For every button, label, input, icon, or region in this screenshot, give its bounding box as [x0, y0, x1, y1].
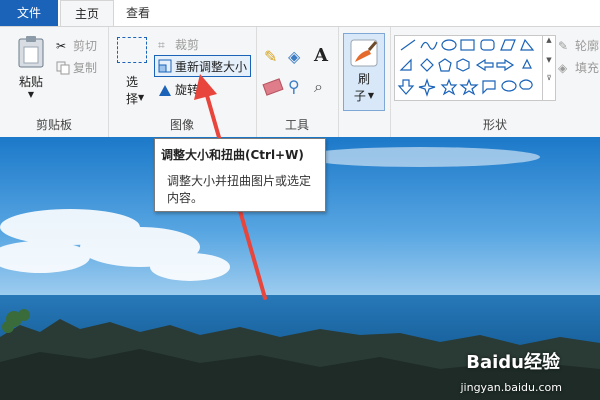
tooltip-body-line1: 调整大小并扭曲图片或选定 [167, 174, 312, 188]
resize-tooltip: 调整大小和扭曲(Ctrl+W) 调整大小并扭曲图片或选定 内容。 [154, 138, 326, 212]
tooltip-body-line2: 内容。 [167, 191, 204, 205]
tooltip-title: 调整大小和扭曲(Ctrl+W) [161, 148, 304, 162]
